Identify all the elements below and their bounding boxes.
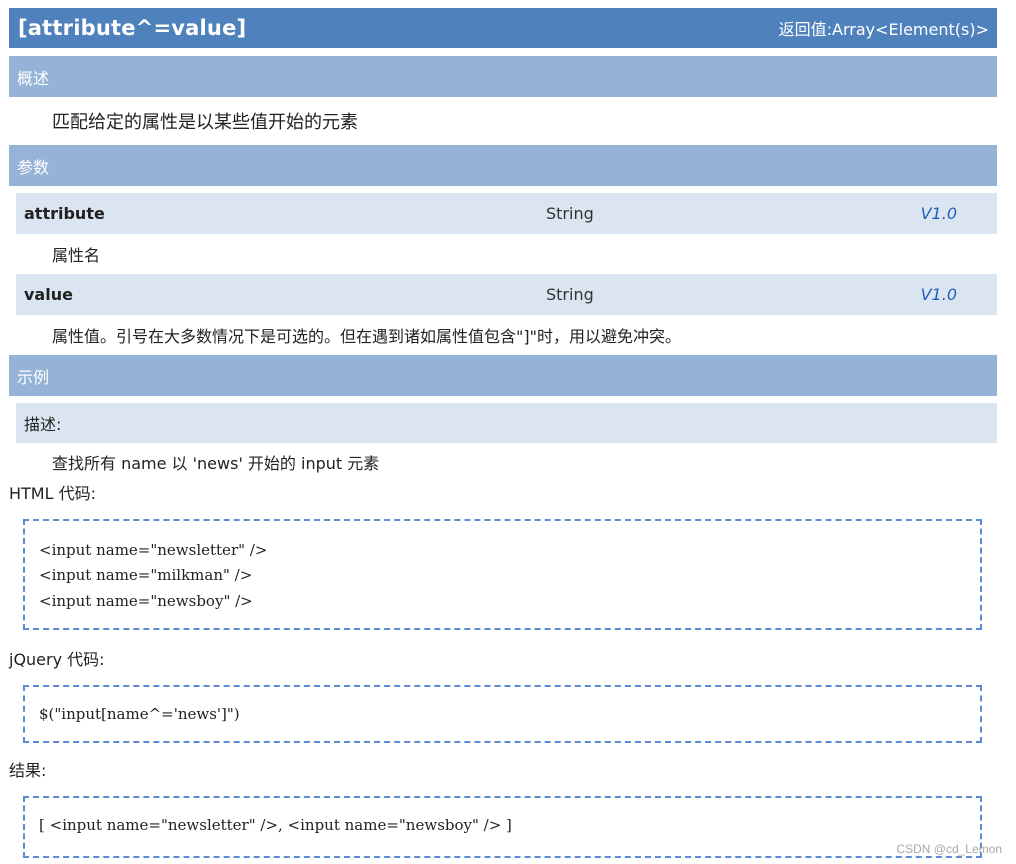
result-label: 结果:	[9, 761, 47, 780]
watermark: CSDN @cd_Lemon	[896, 842, 1002, 856]
return-type: 返回值:Array<Element(s)>	[778, 20, 989, 39]
code-line: [ <input name="newsletter" />, <input na…	[39, 815, 512, 834]
param-name: value	[24, 285, 73, 304]
param-type: String	[546, 204, 594, 223]
jquery-code-label: jQuery 代码:	[9, 650, 105, 669]
section-overview-header: 概述	[9, 56, 997, 97]
param-name: attribute	[24, 204, 105, 223]
example-description: 查找所有 name 以 'news' 开始的 input 元素	[52, 454, 380, 473]
result-code-block: [ <input name="newsletter" />, <input na…	[23, 796, 982, 858]
section-example-header: 示例	[9, 355, 997, 396]
param-row-value: value String V1.0	[16, 274, 997, 315]
section-params-header: 参数	[9, 145, 997, 186]
jquery-code-block: $("input[name^='news']")	[23, 685, 982, 743]
code-line: <input name="newsboy" />	[39, 591, 253, 610]
code-line: <input name="milkman" />	[39, 566, 253, 585]
api-doc-page: [attribute^=value] 返回值:Array<Element(s)>…	[9, 8, 997, 858]
param-description-value: 属性值。引号在大多数情况下是可选的。但在遇到诸如属性值包含"]"时，用以避免冲突…	[52, 327, 681, 346]
param-description-attribute: 属性名	[52, 246, 101, 265]
param-type: String	[546, 285, 594, 304]
html-code-block: <input name="newsletter" /> <input name=…	[23, 519, 982, 630]
html-code-label: HTML 代码:	[9, 484, 97, 503]
param-version: V1.0	[920, 204, 957, 223]
overview-description: 匹配给定的属性是以某些值开始的元素	[52, 112, 358, 133]
param-version: V1.0	[920, 285, 957, 304]
api-title-bar: [attribute^=value] 返回值:Array<Element(s)>	[9, 8, 997, 48]
api-name: [attribute^=value]	[18, 16, 247, 40]
code-line: <input name="newsletter" />	[39, 540, 268, 559]
param-row-attribute: attribute String V1.0	[16, 193, 997, 234]
example-desc-label: 描述:	[16, 403, 997, 443]
code-line: $("input[name^='news']")	[39, 704, 240, 723]
